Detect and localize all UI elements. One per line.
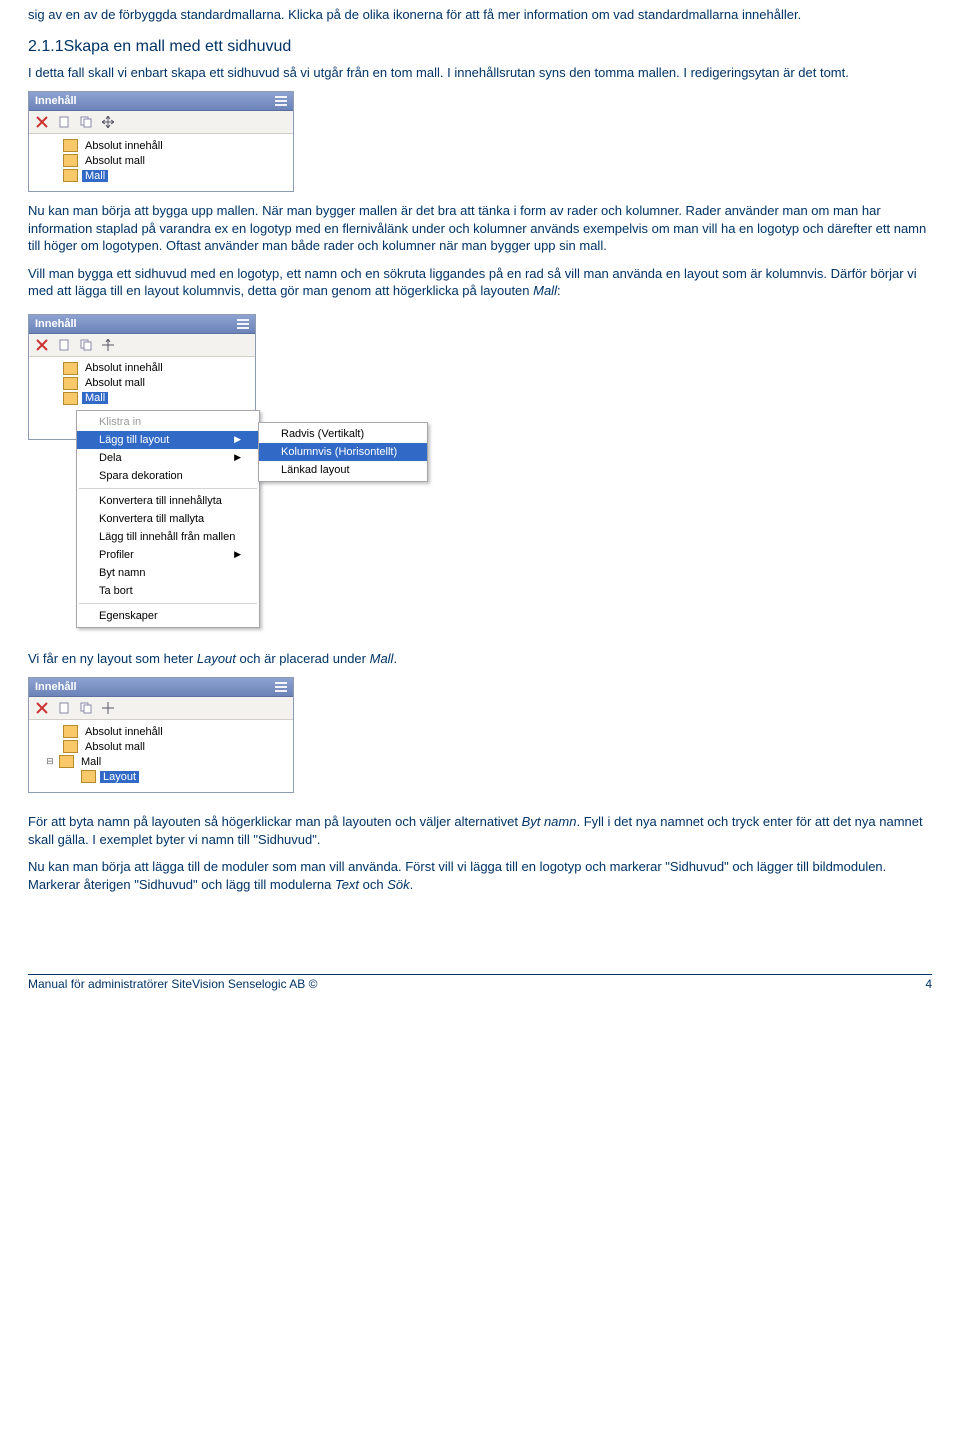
new-icon[interactable] [57, 115, 71, 129]
paragraph-5: Nu kan man börja att lägga till de modul… [28, 858, 932, 893]
copy-icon[interactable] [79, 338, 93, 352]
panel-options-icon[interactable] [275, 96, 287, 106]
move-icon[interactable] [101, 338, 115, 352]
panel-toolbar [29, 697, 293, 720]
ctx-item-properties[interactable]: Egenskaper [77, 607, 259, 625]
tree-node[interactable]: ⊟Mall [35, 754, 291, 769]
ctx-item-convert-template[interactable]: Konvertera till mallyta [77, 510, 259, 528]
tree-node[interactable]: Absolut innehåll [35, 361, 253, 376]
tree-node[interactable]: Absolut mall [35, 739, 291, 754]
tree-node[interactable]: Absolut innehåll [35, 724, 291, 739]
folder-icon [63, 377, 78, 390]
ctx-item-split[interactable]: Dela▶ [77, 449, 259, 467]
ctx-separator [79, 603, 257, 604]
panel-header: Innehåll [29, 92, 293, 111]
ctx-item-delete[interactable]: Ta bort [77, 582, 259, 600]
panel-header: Innehåll [29, 678, 293, 697]
intro-paragraph: sig av en av de förbyggda standardmallar… [28, 6, 932, 24]
ctx-sub-columns[interactable]: Kolumnvis (Horisontellt) [259, 443, 427, 461]
ctx-item-save-decoration[interactable]: Spara dekoration [77, 467, 259, 485]
new-icon[interactable] [57, 701, 71, 715]
page-number: 4 [925, 977, 932, 991]
ctx-sub-linked[interactable]: Länkad layout [259, 461, 427, 479]
intro2-paragraph: I detta fall skall vi enbart skapa ett s… [28, 64, 932, 82]
ctx-item-profiles[interactable]: Profiler▶ [77, 546, 259, 564]
delete-icon[interactable] [35, 701, 49, 715]
delete-icon[interactable] [35, 338, 49, 352]
ctx-item-paste[interactable]: Klistra in [77, 413, 259, 431]
ctx-item-add-layout[interactable]: Lägg till layout▶ [77, 431, 259, 449]
move-icon[interactable] [101, 701, 115, 715]
document-page: sig av en av de förbyggda standardmallar… [0, 0, 960, 894]
chevron-right-icon: ▶ [234, 452, 241, 464]
ctx-item-add-from-template[interactable]: Lägg till innehåll från mallen [77, 528, 259, 546]
tree-node[interactable]: Mall [35, 391, 253, 406]
chevron-right-icon: ▶ [234, 549, 241, 561]
ctx-separator [79, 488, 257, 489]
tree-node[interactable]: Absolut mall [35, 153, 291, 168]
content-panel-3: Innehåll Absolut innehåll Absolut mall ⊟… [28, 677, 294, 793]
move-icon[interactable] [101, 115, 115, 129]
folder-icon [63, 169, 78, 182]
tree-3: Absolut innehåll Absolut mall ⊟Mall Layo… [29, 720, 293, 792]
new-icon[interactable] [57, 338, 71, 352]
delete-icon[interactable] [35, 115, 49, 129]
section-heading: 2.1.1Skapa en mall med ett sidhuvud [28, 38, 932, 56]
folder-icon [63, 740, 78, 753]
footer-text: Manual för administratörer SiteVision Se… [28, 977, 317, 991]
folder-icon [63, 392, 78, 405]
folder-icon [63, 725, 78, 738]
folder-icon [59, 755, 74, 768]
copy-icon[interactable] [79, 701, 93, 715]
folder-icon [63, 139, 78, 152]
context-menu: Klistra in Lägg till layout▶ Dela▶ Spara… [76, 410, 260, 628]
ctx-sub-rows[interactable]: Radvis (Vertikalt) [259, 425, 427, 443]
folder-icon [81, 770, 96, 783]
panel-title: Innehåll [35, 318, 77, 330]
ctx-item-convert-content[interactable]: Konvertera till innehållyta [77, 492, 259, 510]
copy-icon[interactable] [79, 115, 93, 129]
chevron-right-icon: ▶ [234, 434, 241, 446]
tree-1: Absolut innehåll Absolut mall Mall [29, 134, 293, 191]
panel-options-icon[interactable] [237, 319, 249, 329]
folder-icon [63, 154, 78, 167]
tree-node[interactable]: Absolut mall [35, 376, 253, 391]
paragraph-3: Vi får en ny layout som heter Layout och… [28, 650, 932, 668]
panel-toolbar [29, 334, 255, 357]
panel-toolbar [29, 111, 293, 134]
paragraph-1: Nu kan man börja att bygga upp mallen. N… [28, 202, 932, 255]
panel-title: Innehåll [35, 681, 77, 693]
collapse-icon[interactable]: ⊟ [45, 756, 55, 767]
panel-title: Innehåll [35, 95, 77, 107]
page-footer: Manual för administratörer SiteVision Se… [0, 974, 960, 999]
tree-node[interactable]: Layout [35, 769, 291, 784]
tree-node[interactable]: Absolut innehåll [35, 138, 291, 153]
paragraph-4: För att byta namn på layouten så högerkl… [28, 813, 932, 848]
panel-options-icon[interactable] [275, 682, 287, 692]
context-menu-figure: Innehåll Absolut innehåll Absolut mall M… [28, 310, 508, 640]
ctx-item-rename[interactable]: Byt namn [77, 564, 259, 582]
folder-icon [63, 362, 78, 375]
paragraph-2: Vill man bygga ett sidhuvud med en logot… [28, 265, 932, 300]
tree-node[interactable]: Mall [35, 168, 291, 183]
context-submenu: Radvis (Vertikalt) Kolumnvis (Horisontel… [258, 422, 428, 482]
panel-header: Innehåll [29, 315, 255, 334]
content-panel-1: Innehåll Absolut innehåll Absolut mall M… [28, 91, 294, 192]
